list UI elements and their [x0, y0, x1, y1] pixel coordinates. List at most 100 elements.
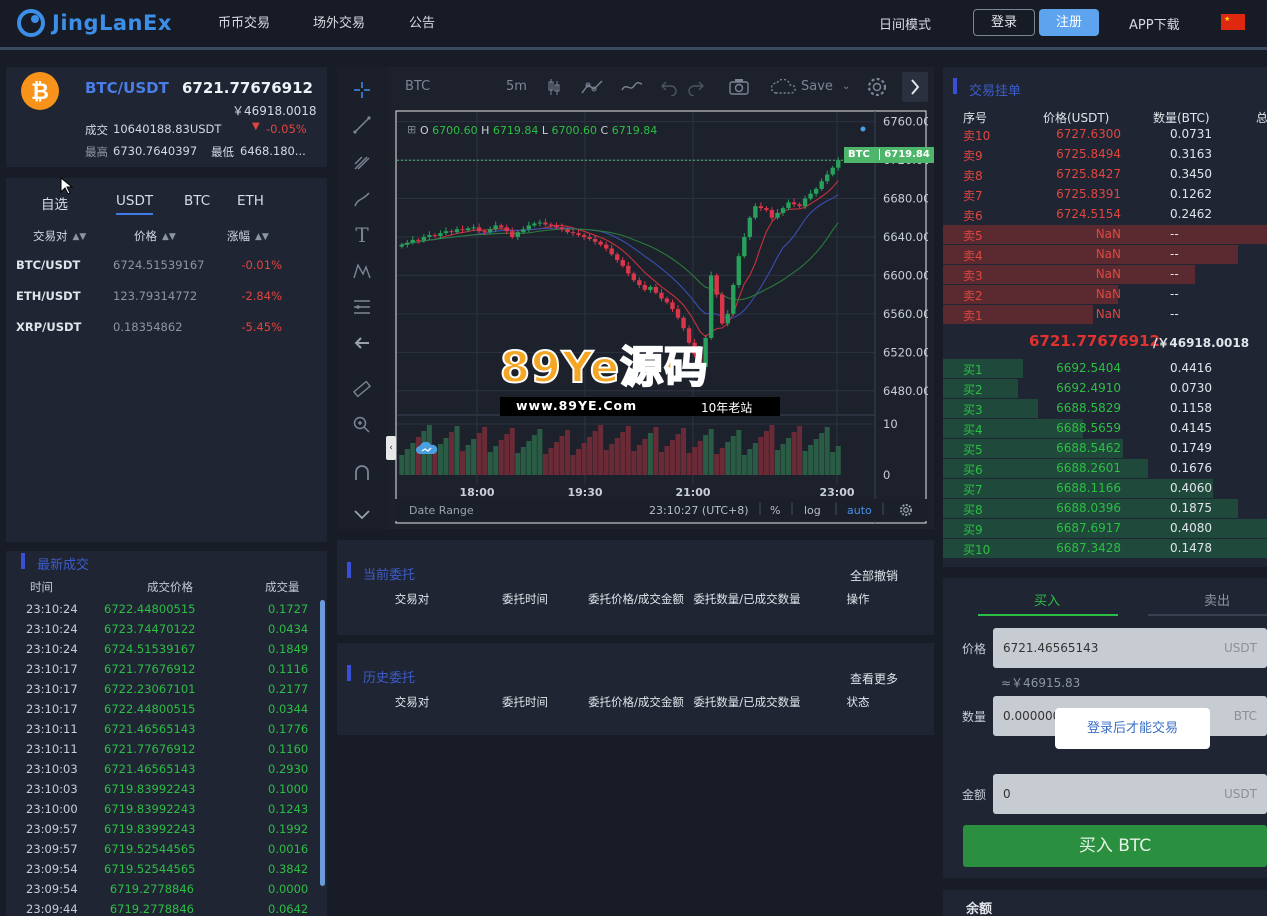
orderbook-mid-cny: /￥46918.0018 [1153, 336, 1250, 350]
open-orders-title: 当前委托 [363, 568, 416, 583]
bid-row[interactable]: 买9 6687.6917 0.4080 [943, 519, 1267, 539]
magnet-icon[interactable] [351, 462, 373, 484]
date-range-button[interactable]: Date Range [409, 504, 474, 517]
trade-price: 6721.46565143 [104, 722, 196, 736]
collapse-legend-icon[interactable]: ⊞ [407, 123, 416, 136]
trade-price: 6719.2778846 [109, 902, 194, 916]
amount-input[interactable]: 0 USDT [993, 774, 1267, 814]
col-pair-header[interactable]: 交易对 ▲▼ [33, 228, 86, 244]
col-price-header[interactable]: 价格 ▲▼ [134, 228, 176, 244]
undo-icon[interactable] [660, 78, 678, 99]
indicators-icon[interactable] [580, 77, 606, 100]
ask-row[interactable]: 卖2 NaN -- [943, 285, 1267, 305]
save-button[interactable]: Save [801, 79, 833, 94]
trade-time: 23:10:17 [26, 662, 78, 676]
nav-announcements[interactable]: 公告 [409, 12, 435, 31]
candle-body [432, 235, 438, 237]
ask-row[interactable]: 卖5 NaN -- [943, 225, 1267, 245]
chevron-right-icon[interactable] [902, 72, 928, 102]
china-flag-icon[interactable]: ★ [1221, 14, 1245, 30]
cloud-icon[interactable] [770, 78, 798, 98]
trade-time: 23:10:17 [26, 702, 78, 716]
volume-bar [631, 451, 637, 475]
bid-row[interactable]: 买4 6688.5659 0.4145 [943, 419, 1267, 439]
price-input[interactable]: 6721.46565143 USDT [993, 628, 1267, 668]
pitchfork-icon[interactable] [351, 151, 373, 173]
bid-row[interactable]: 买5 6688.5462 0.1749 [943, 439, 1267, 459]
cancel-all-button[interactable]: 全部撤销 [850, 567, 898, 584]
buy-tab[interactable]: 买入 [1034, 590, 1060, 609]
nav-otc[interactable]: 场外交易 [313, 12, 365, 31]
bid-row[interactable]: 买6 6688.2601 0.1676 [943, 459, 1267, 479]
trade-time: 23:10:03 [26, 782, 78, 796]
trend-line-icon[interactable] [351, 114, 373, 136]
camera-icon[interactable] [728, 78, 750, 99]
settings-gear-icon[interactable] [866, 76, 888, 101]
ask-row[interactable]: 卖10 6727.6300 0.0731 [943, 125, 1267, 145]
candle-type-icon[interactable] [546, 77, 562, 100]
view-more-button[interactable]: 查看更多 [850, 670, 898, 687]
ruler-icon[interactable] [351, 378, 373, 400]
tab-eth[interactable]: ETH [237, 193, 264, 209]
save-dropdown-icon[interactable]: ⌄ [842, 81, 850, 92]
col-change-header[interactable]: 涨幅 ▲▼ [227, 228, 269, 244]
register-button[interactable]: 注册 [1039, 9, 1099, 36]
trade-qty: 0.0642 [268, 902, 309, 916]
bid-row[interactable]: 买1 6692.5404 0.4416 [943, 359, 1267, 379]
buy-btc-button[interactable]: 买入 BTC [963, 825, 1267, 867]
day-mode-toggle[interactable]: 日间模式 [879, 14, 931, 33]
crosshair-icon[interactable] [351, 79, 373, 101]
ask-row[interactable]: 卖7 6725.8391 0.1262 [943, 185, 1267, 205]
chart-settings-gear-icon[interactable] [899, 503, 913, 520]
trades-scrollbar[interactable] [320, 600, 325, 886]
trade-qty: 0.1992 [268, 822, 309, 836]
ask-row[interactable]: 卖9 6725.8494 0.3163 [943, 145, 1267, 165]
ask-row[interactable]: 卖6 6724.5154 0.2462 [943, 205, 1267, 225]
market-row[interactable]: XRP/USDT 0.18354862 -5.45% [16, 320, 316, 342]
compare-icon[interactable] [620, 78, 644, 99]
ask-row[interactable]: 卖8 6725.8427 0.3450 [943, 165, 1267, 185]
bid-row[interactable]: 买3 6688.5829 0.1158 [943, 399, 1267, 419]
app-download-link[interactable]: APP下载 [1129, 14, 1180, 33]
market-row[interactable]: ETH/USDT 123.79314772 -2.84% [16, 289, 316, 311]
price-chart[interactable]: 6760.006720.006680.006640.006600.006560.… [395, 110, 928, 524]
back-arrow-icon[interactable] [351, 332, 373, 354]
redo-icon[interactable] [687, 78, 705, 99]
percent-scale-button[interactable]: % [770, 504, 780, 517]
login-button[interactable]: 登录 [973, 9, 1035, 36]
bid-row[interactable]: 买7 6688.1166 0.4060 [943, 479, 1267, 499]
zoom-icon[interactable] [351, 414, 373, 436]
ask-label: 卖5 [963, 229, 983, 243]
ticker-pair[interactable]: BTC/USDT [85, 79, 169, 97]
candle-body [648, 286, 653, 290]
chart-symbol[interactable]: BTC [405, 79, 430, 94]
market-row[interactable]: BTC/USDT 6724.51539167 -0.01% [16, 258, 316, 280]
ask-row[interactable]: 卖4 NaN -- [943, 245, 1267, 265]
market-row-change: -2.84% [241, 289, 282, 303]
candle-body [510, 231, 515, 237]
sell-tab[interactable]: 卖出 [1204, 590, 1230, 609]
logo[interactable]: JingLanEx [14, 8, 172, 38]
bid-row[interactable]: 买10 6687.3428 0.1478 [943, 539, 1267, 559]
pattern-icon[interactable] [351, 260, 373, 282]
text-tool-icon[interactable]: T [351, 223, 373, 247]
chevron-left-icon[interactable]: ‹ [386, 436, 396, 460]
tab-favorites[interactable]: 自选 [41, 193, 68, 213]
nav-spot-trading[interactable]: 币币交易 [218, 12, 270, 31]
bid-row[interactable]: 买8 6688.0396 0.1875 [943, 499, 1267, 519]
interval-selector[interactable]: 5m [506, 79, 527, 94]
volume-bar [520, 447, 526, 475]
fib-icon[interactable] [351, 296, 373, 318]
ask-row[interactable]: 卖3 NaN -- [943, 265, 1267, 285]
chevron-down-icon[interactable] [351, 503, 373, 525]
auto-scale-button[interactable]: auto [847, 504, 872, 517]
tab-usdt[interactable]: USDT [116, 193, 154, 215]
candle-body [493, 225, 498, 230]
trade-qty: 0.0000 [268, 882, 309, 896]
tab-btc[interactable]: BTC [184, 193, 210, 209]
login-to-trade-popup[interactable]: 登录后才能交易 [1055, 708, 1210, 749]
log-scale-button[interactable]: log [804, 504, 821, 517]
bid-row[interactable]: 买2 6692.4910 0.0730 [943, 379, 1267, 399]
ask-row[interactable]: 卖1 NaN -- [943, 305, 1267, 325]
brush-icon[interactable] [351, 188, 373, 210]
